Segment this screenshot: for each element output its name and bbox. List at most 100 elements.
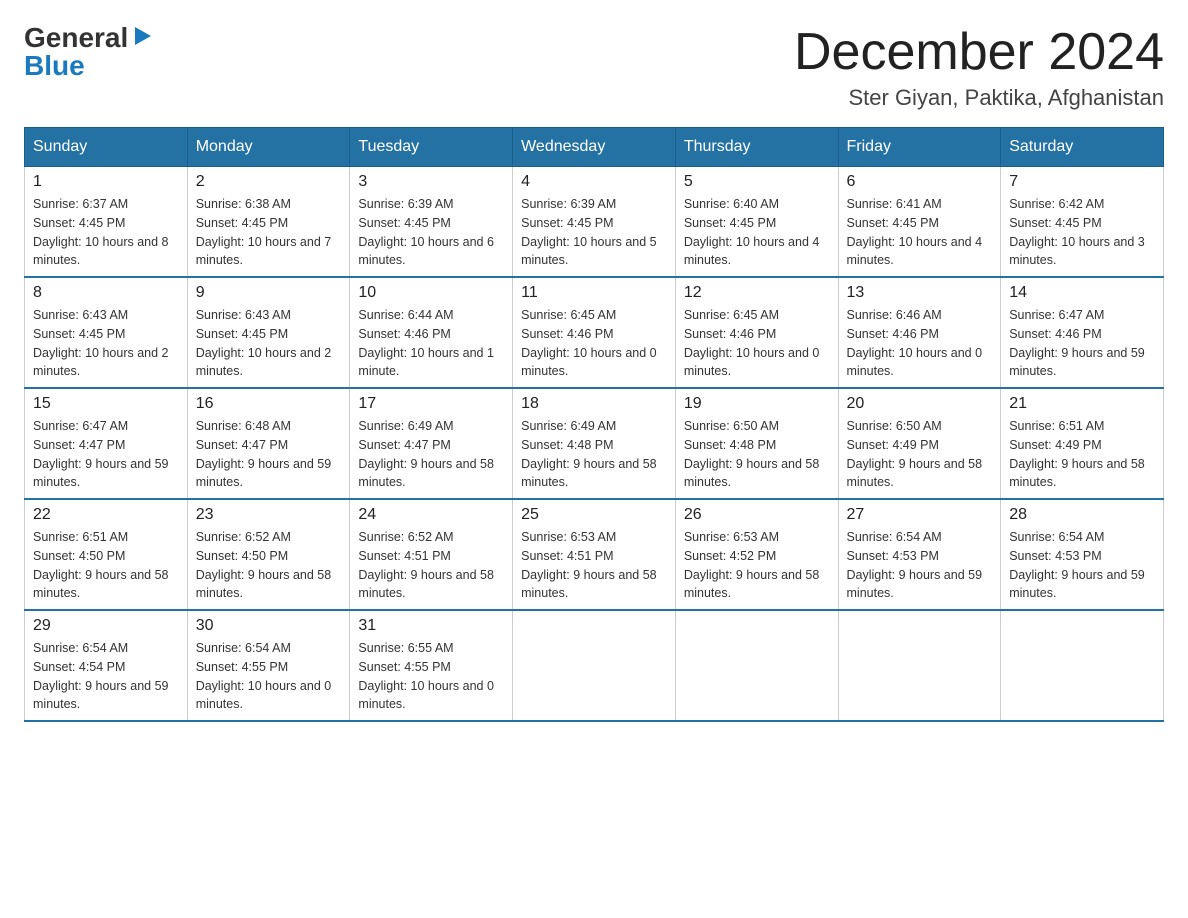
day-info: Sunrise: 6:41 AMSunset: 4:45 PMDaylight:… (847, 195, 993, 270)
calendar-cell: 23 Sunrise: 6:52 AMSunset: 4:50 PMDayligh… (187, 499, 350, 610)
calendar-cell (838, 610, 1001, 721)
calendar-cell: 8Sunrise: 6:43 AMSunset: 4:45 PMDaylight… (25, 277, 188, 388)
day-info: Sunrise: 6:48 AMSunset: 4:47 PMDaylight:… (196, 417, 342, 492)
col-sunday: Sunday (25, 128, 188, 167)
calendar-cell: 3 Sunrise: 6:39 AMSunset: 4:45 PMDaylight… (350, 167, 513, 278)
day-info: Sunrise: 6:37 AMSunset: 4:45 PMDaylight:… (33, 195, 179, 270)
week-row-5: 29 Sunrise: 6:54 AMSunset: 4:54 PMDayligh… (25, 610, 1164, 721)
col-friday: Friday (838, 128, 1001, 167)
week-row-3: 15 Sunrise: 6:47 AMSunset: 4:47 PMDayligh… (25, 388, 1164, 499)
calendar-cell (1001, 610, 1164, 721)
calendar-cell: 22 Sunrise: 6:51 AMSunset: 4:50 PMDayligh… (25, 499, 188, 610)
calendar-cell: 20Sunrise: 6:50 AMSunset: 4:49 PMDayligh… (838, 388, 1001, 499)
day-number: 25 (521, 506, 667, 524)
day-number: 30 (196, 617, 342, 635)
day-number: 26 (684, 506, 830, 524)
calendar-cell: 12Sunrise: 6:45 AMSunset: 4:46 PMDayligh… (675, 277, 838, 388)
calendar-header-row: Sunday Monday Tuesday Wednesday Thursday… (25, 128, 1164, 167)
col-saturday: Saturday (1001, 128, 1164, 167)
day-info: Sunrise: 6:46 AMSunset: 4:46 PMDaylight:… (847, 306, 993, 381)
day-number: 23 (196, 506, 342, 524)
day-number: 22 (33, 506, 179, 524)
location-subtitle: Ster Giyan, Paktika, Afghanistan (794, 85, 1164, 111)
col-thursday: Thursday (675, 128, 838, 167)
day-number: 4 (521, 173, 667, 191)
calendar-cell: 17 Sunrise: 6:49 AMSunset: 4:47 PMDayligh… (350, 388, 513, 499)
calendar-cell: 31 Sunrise: 6:55 AMSunset: 4:55 PMDayligh… (350, 610, 513, 721)
col-monday: Monday (187, 128, 350, 167)
calendar-cell: 11Sunrise: 6:45 AMSunset: 4:46 PMDayligh… (513, 277, 676, 388)
day-info: Sunrise: 6:38 AMSunset: 4:45 PMDaylight:… (196, 195, 342, 270)
day-number: 17 (358, 395, 504, 413)
day-number: 28 (1009, 506, 1155, 524)
day-info: Sunrise: 6:51 AMSunset: 4:50 PMDaylight:… (33, 528, 179, 603)
day-info: Sunrise: 6:42 AMSunset: 4:45 PMDaylight:… (1009, 195, 1155, 270)
calendar-cell: 25Sunrise: 6:53 AMSunset: 4:51 PMDayligh… (513, 499, 676, 610)
day-number: 9 (196, 284, 342, 302)
day-info: Sunrise: 6:39 AMSunset: 4:45 PMDaylight:… (521, 195, 667, 270)
day-number: 3 (358, 173, 504, 191)
day-info: Sunrise: 6:54 AMSunset: 4:53 PMDaylight:… (1009, 528, 1155, 603)
calendar-cell: 5Sunrise: 6:40 AMSunset: 4:45 PMDaylight… (675, 167, 838, 278)
calendar-cell: 18Sunrise: 6:49 AMSunset: 4:48 PMDayligh… (513, 388, 676, 499)
day-number: 5 (684, 173, 830, 191)
day-number: 1 (33, 173, 179, 191)
logo-general: General (24, 24, 128, 52)
day-info: Sunrise: 6:47 AMSunset: 4:46 PMDaylight:… (1009, 306, 1155, 381)
day-number: 13 (847, 284, 993, 302)
calendar-cell: 28 Sunrise: 6:54 AMSunset: 4:53 PMDayligh… (1001, 499, 1164, 610)
day-info: Sunrise: 6:55 AMSunset: 4:55 PMDaylight:… (358, 639, 504, 714)
calendar-cell: 29 Sunrise: 6:54 AMSunset: 4:54 PMDayligh… (25, 610, 188, 721)
day-number: 31 (358, 617, 504, 635)
day-info: Sunrise: 6:54 AMSunset: 4:55 PMDaylight:… (196, 639, 342, 714)
day-info: Sunrise: 6:47 AMSunset: 4:47 PMDaylight:… (33, 417, 179, 492)
day-number: 27 (847, 506, 993, 524)
day-number: 2 (196, 173, 342, 191)
day-number: 15 (33, 395, 179, 413)
day-info: Sunrise: 6:45 AMSunset: 4:46 PMDaylight:… (521, 306, 667, 381)
calendar-cell: 21 Sunrise: 6:51 AMSunset: 4:49 PMDayligh… (1001, 388, 1164, 499)
day-number: 12 (684, 284, 830, 302)
day-info: Sunrise: 6:52 AMSunset: 4:50 PMDaylight:… (196, 528, 342, 603)
day-info: Sunrise: 6:54 AMSunset: 4:54 PMDaylight:… (33, 639, 179, 714)
logo-blue: Blue (24, 52, 85, 80)
calendar-cell: 2 Sunrise: 6:38 AMSunset: 4:45 PMDaylight… (187, 167, 350, 278)
calendar-cell: 14 Sunrise: 6:47 AMSunset: 4:46 PMDayligh… (1001, 277, 1164, 388)
logo: General Blue (24, 24, 153, 80)
col-tuesday: Tuesday (350, 128, 513, 167)
day-info: Sunrise: 6:43 AMSunset: 4:45 PMDaylight:… (33, 306, 179, 381)
day-number: 7 (1009, 173, 1155, 191)
calendar-cell (513, 610, 676, 721)
day-info: Sunrise: 6:39 AMSunset: 4:45 PMDaylight:… (358, 195, 504, 270)
calendar-cell: 19Sunrise: 6:50 AMSunset: 4:48 PMDayligh… (675, 388, 838, 499)
day-number: 20 (847, 395, 993, 413)
week-row-1: 1 Sunrise: 6:37 AMSunset: 4:45 PMDaylight… (25, 167, 1164, 278)
day-number: 6 (847, 173, 993, 191)
day-number: 16 (196, 395, 342, 413)
day-info: Sunrise: 6:53 AMSunset: 4:52 PMDaylight:… (684, 528, 830, 603)
calendar-cell (675, 610, 838, 721)
day-info: Sunrise: 6:49 AMSunset: 4:47 PMDaylight:… (358, 417, 504, 492)
page-header: General Blue December 2024 Ster Giyan, P… (24, 24, 1164, 111)
title-section: December 2024 Ster Giyan, Paktika, Afgha… (794, 24, 1164, 111)
logo-triangle-icon (131, 25, 153, 47)
day-info: Sunrise: 6:52 AMSunset: 4:51 PMDaylight:… (358, 528, 504, 603)
calendar-cell: 15 Sunrise: 6:47 AMSunset: 4:47 PMDayligh… (25, 388, 188, 499)
calendar-cell: 24 Sunrise: 6:52 AMSunset: 4:51 PMDayligh… (350, 499, 513, 610)
calendar-cell: 13 Sunrise: 6:46 AMSunset: 4:46 PMDayligh… (838, 277, 1001, 388)
day-number: 21 (1009, 395, 1155, 413)
day-number: 19 (684, 395, 830, 413)
day-number: 29 (33, 617, 179, 635)
day-info: Sunrise: 6:51 AMSunset: 4:49 PMDaylight:… (1009, 417, 1155, 492)
calendar-cell: 9 Sunrise: 6:43 AMSunset: 4:45 PMDaylight… (187, 277, 350, 388)
calendar-cell: 7 Sunrise: 6:42 AMSunset: 4:45 PMDaylight… (1001, 167, 1164, 278)
calendar-cell: 4 Sunrise: 6:39 AMSunset: 4:45 PMDaylight… (513, 167, 676, 278)
day-info: Sunrise: 6:43 AMSunset: 4:45 PMDaylight:… (196, 306, 342, 381)
day-number: 14 (1009, 284, 1155, 302)
calendar-cell: 6 Sunrise: 6:41 AMSunset: 4:45 PMDaylight… (838, 167, 1001, 278)
day-number: 24 (358, 506, 504, 524)
calendar-cell: 10Sunrise: 6:44 AMSunset: 4:46 PMDayligh… (350, 277, 513, 388)
week-row-2: 8Sunrise: 6:43 AMSunset: 4:45 PMDaylight… (25, 277, 1164, 388)
calendar-table: Sunday Monday Tuesday Wednesday Thursday… (24, 127, 1164, 722)
day-info: Sunrise: 6:49 AMSunset: 4:48 PMDaylight:… (521, 417, 667, 492)
